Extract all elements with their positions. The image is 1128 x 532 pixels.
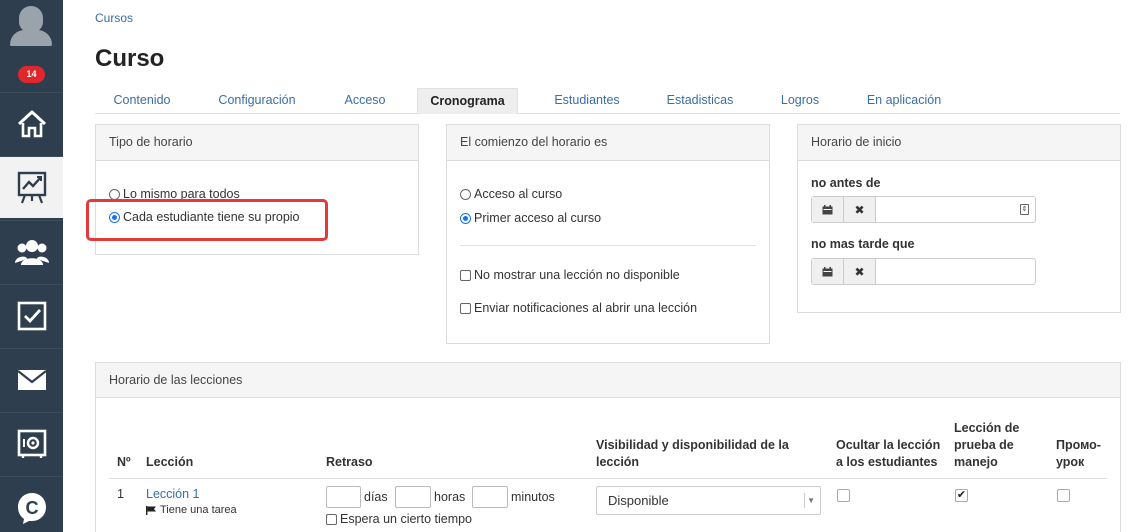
column-header-lesson: Lección (146, 455, 194, 469)
column-header-visibility: Visibilidad y disponibilidad de la lecci… (596, 438, 789, 469)
flag-icon (146, 505, 156, 515)
breadcrumb[interactable]: Cursos (95, 11, 133, 25)
delay-days-label: días (364, 490, 388, 504)
not-before-date-group: ✖ ⇕ (811, 196, 1036, 223)
lessons-schedule-title: Horario de las lecciones (96, 363, 1120, 398)
sidebar-item-tasks[interactable] (0, 284, 63, 346)
wait-time-checkbox[interactable] (326, 513, 337, 525)
send-notifications-checkbox[interactable] (460, 302, 471, 314)
not-after-date-group: ✖ (811, 258, 1036, 285)
schedule-start-option-first-access[interactable]: Primer acceso al curso (460, 211, 601, 225)
lessons-schedule-panel: Horario de las lecciones Nº Lección Retr… (95, 362, 1121, 532)
hide-unavailable-lesson-option[interactable]: No mostrar una lección no disponible (460, 268, 680, 282)
column-header-num: Nº (117, 455, 131, 469)
tab-en-aplicacion[interactable]: En aplicación (859, 88, 949, 114)
sidebar-item-home[interactable] (0, 92, 63, 154)
avatar-head (19, 6, 43, 32)
divider (460, 245, 756, 246)
sidebar: 14 C (0, 0, 63, 532)
select-divider (804, 493, 805, 508)
lesson-link[interactable]: Lección 1 (146, 487, 200, 501)
picker-icon[interactable]: ⇕ (1020, 204, 1029, 215)
delay-minutes-input[interactable] (472, 486, 508, 508)
sidebar-item-chat[interactable]: C (0, 476, 63, 532)
not-before-date-input[interactable]: ⇕ (876, 197, 1035, 222)
delay-hours-input[interactable] (395, 486, 431, 508)
tab-contenido[interactable]: Contenido (95, 88, 189, 114)
sidebar-item-messages[interactable] (0, 348, 63, 410)
wait-time-label: Espera un cierto tiempo (340, 512, 473, 526)
svg-text:C: C (25, 498, 38, 518)
send-notifications-option[interactable]: Enviar notificaciones al abrir una lecci… (460, 301, 697, 315)
table-header-divider (109, 478, 1107, 479)
sidebar-item-safe[interactable] (0, 412, 63, 474)
hide-lesson-checkbox[interactable] (837, 489, 850, 502)
visibility-select[interactable]: Disponible ▼ (596, 486, 821, 515)
close-icon: ✖ (854, 202, 865, 217)
tab-bar: Contenido Configuración Acceso Cronogram… (95, 88, 1120, 114)
tab-acceso[interactable]: Acceso (333, 88, 397, 114)
tab-configuracion[interactable]: Configuración (209, 88, 305, 114)
notification-badge[interactable]: 14 (18, 66, 45, 83)
sidebar-item-users[interactable] (0, 220, 63, 282)
task-note-label: Tiene una tarea (160, 504, 237, 516)
hide-unavailable-label: No mostrar una lección no disponible (474, 268, 680, 282)
delay-minutes-label: minutos (511, 490, 555, 504)
not-before-label: no antes de (811, 176, 881, 190)
tab-estudiantes[interactable]: Estudiantes (544, 88, 630, 114)
schedule-start-title: El comienzo del horario es (447, 125, 769, 161)
tab-estadisticas[interactable]: Estadisticas (660, 88, 740, 114)
visibility-select-value: Disponible (608, 493, 669, 508)
safe-icon (17, 429, 46, 458)
radio-course-access[interactable] (460, 188, 471, 200)
calendar-button[interactable] (812, 259, 844, 284)
schedule-start-panel: El comienzo del horario es Acceso al cur… (446, 124, 770, 344)
task-note: Tiene una tarea (146, 504, 237, 516)
column-header-promo: Промо-урок (1056, 438, 1101, 469)
calendar-icon (822, 266, 833, 276)
schedule-start-option-label: Acceso al curso (474, 187, 563, 201)
home-icon (17, 110, 46, 137)
tab-logros[interactable]: Logros (773, 88, 827, 114)
promo-lesson-checkbox[interactable] (1057, 489, 1070, 502)
sidebar-item-courses[interactable] (0, 156, 63, 218)
not-after-date-input[interactable] (876, 259, 1035, 284)
highlight-box (86, 199, 328, 241)
column-header-delay: Retraso (326, 455, 373, 469)
schedule-type-title: Tipo de horario (96, 125, 418, 161)
hide-unavailable-checkbox[interactable] (460, 269, 471, 281)
checkbox-icon (17, 301, 46, 330)
start-time-panel: Horario de inicio no antes de ✖ ⇕ no mas… (797, 124, 1121, 313)
chart-easel-icon (17, 171, 46, 203)
tab-cronograma[interactable]: Cronograma (417, 88, 518, 114)
clear-date-button[interactable]: ✖ (844, 259, 876, 284)
chat-c-icon: C (17, 492, 46, 524)
start-time-title: Horario de inicio (798, 125, 1120, 161)
test-lesson-checkbox[interactable]: ✔ (955, 489, 968, 502)
radio-first-access[interactable] (460, 212, 471, 224)
send-notifications-label: Enviar notificaciones al abrir una lecci… (474, 301, 698, 315)
radio-same-for-all[interactable] (109, 188, 120, 200)
column-header-test: Lección de prueba de manejo (954, 421, 1020, 469)
page-title: Curso (95, 45, 165, 72)
calendar-icon (822, 204, 833, 214)
not-after-label: no mas tarde que (811, 237, 915, 251)
close-icon: ✖ (854, 264, 865, 279)
delay-hours-label: horas (434, 490, 466, 504)
delay-days-input[interactable] (326, 486, 361, 508)
mail-icon (16, 369, 47, 390)
avatar-body (10, 30, 52, 46)
row-number: 1 (117, 487, 124, 501)
column-header-hide: Ocultar la lección a los estudiantes (836, 438, 941, 469)
clear-date-button[interactable]: ✖ (844, 197, 876, 222)
chevron-down-icon: ▼ (807, 496, 815, 505)
schedule-start-option-label: Primer acceso al curso (474, 211, 602, 225)
schedule-start-option-course-access[interactable]: Acceso al curso (460, 187, 562, 201)
wait-time-option[interactable]: Espera un cierto tiempo (326, 512, 472, 526)
calendar-button[interactable] (812, 197, 844, 222)
users-icon (14, 239, 49, 265)
